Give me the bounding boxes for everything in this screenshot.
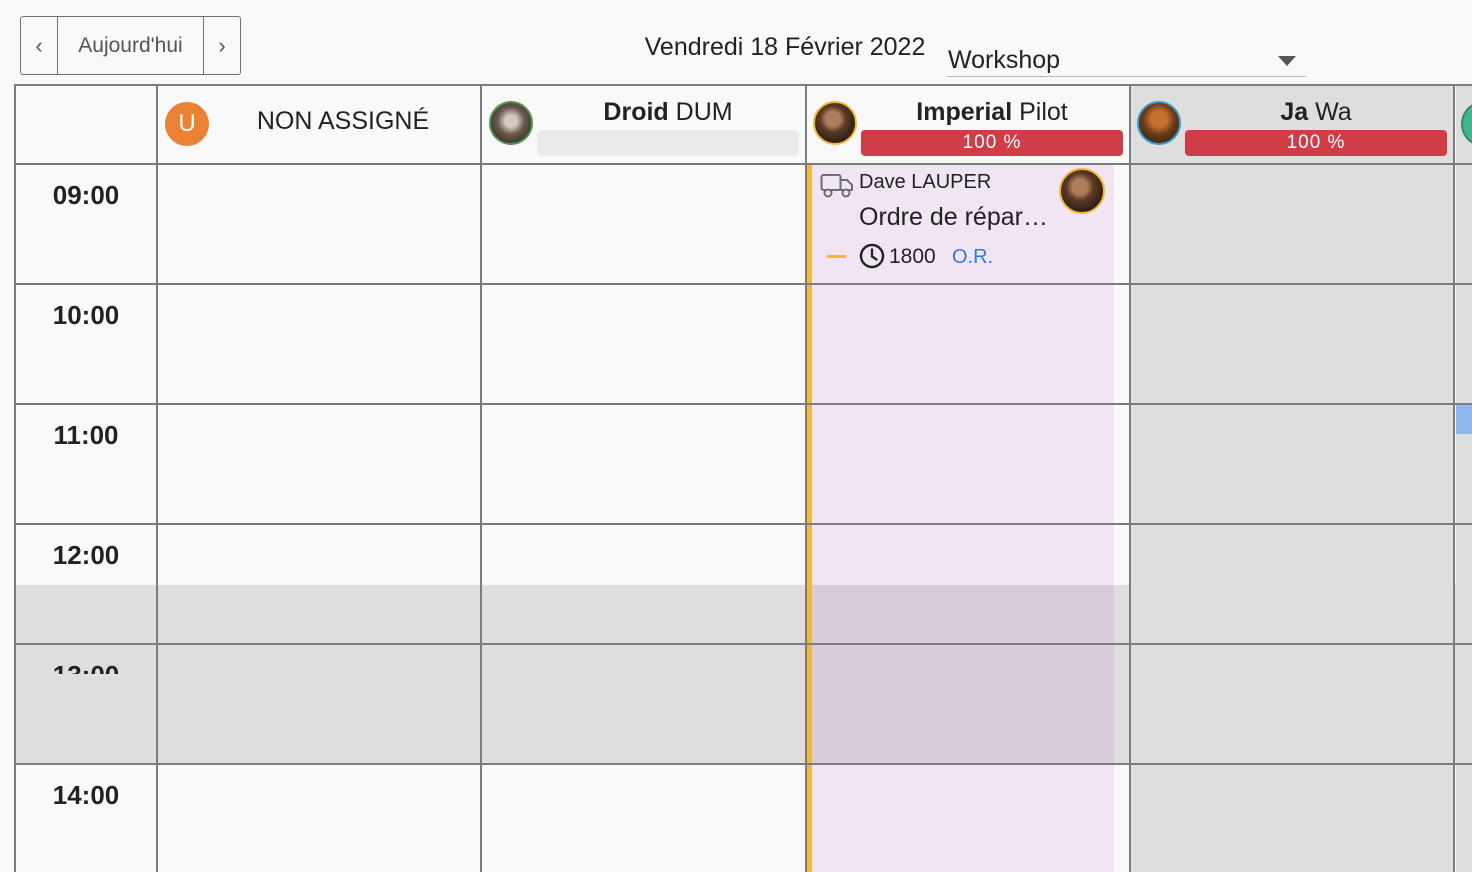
grid-vline bbox=[1453, 84, 1455, 872]
last-name: Pilot bbox=[1012, 98, 1068, 126]
date-navigation: ‹ Aujourd'hui › bbox=[20, 16, 241, 75]
column-header-droid-dum[interactable]: Droid DUM bbox=[537, 98, 799, 127]
column-name: NON ASSIGNÉ bbox=[256, 107, 430, 135]
first-name: Droid bbox=[603, 98, 669, 126]
column-header-imperial-pilot[interactable]: Imperial Pilot bbox=[861, 98, 1123, 127]
event-assignee-avatar bbox=[1059, 168, 1105, 214]
column-header-ja-wa[interactable]: Ja Wa bbox=[1185, 98, 1447, 127]
priority-dash-icon bbox=[827, 255, 846, 258]
time-label: 11:00 bbox=[53, 420, 119, 450]
chevron-left-icon: ‹ bbox=[35, 32, 43, 58]
current-date-title: Vendredi 18 Février 2022 bbox=[644, 33, 926, 61]
avatar-letter: U bbox=[178, 110, 196, 137]
prev-day-button[interactable]: ‹ bbox=[21, 17, 58, 74]
first-name: Imperial bbox=[916, 98, 1013, 126]
caret-down-icon bbox=[1278, 56, 1296, 66]
time-label: 14:00 bbox=[52, 780, 120, 810]
calendar-grid bbox=[14, 84, 1472, 872]
workshop-select[interactable]: Workshop bbox=[947, 44, 1306, 77]
grid-hline bbox=[14, 643, 1472, 645]
event-or-link[interactable]: O.R. bbox=[952, 246, 993, 269]
grid-hline bbox=[14, 283, 1472, 285]
last-name: DUM bbox=[668, 98, 733, 126]
event-title[interactable]: Ordre de répar… bbox=[859, 203, 1048, 232]
capacity-bar-empty bbox=[537, 130, 799, 156]
grid-hline bbox=[14, 163, 1472, 165]
first-name: Ja bbox=[1280, 98, 1309, 126]
event-hours: 1800 bbox=[889, 245, 936, 268]
clock-icon bbox=[859, 243, 885, 274]
workshop-select-value: Workshop bbox=[948, 46, 1061, 74]
event-client-name: Dave LAUPER bbox=[859, 171, 992, 193]
capacity-bar: 100 % bbox=[1185, 130, 1447, 156]
avatar-imperial-pilot bbox=[813, 101, 857, 145]
time-label: 10:00 bbox=[52, 300, 120, 330]
column-header-unassigned[interactable]: NON ASSIGNÉ bbox=[214, 107, 472, 136]
grid-vline bbox=[805, 84, 807, 872]
time-label: 12:00 bbox=[52, 540, 120, 570]
grid-hline bbox=[14, 403, 1472, 405]
grid-vline bbox=[156, 84, 158, 872]
avatar-ja-wa bbox=[1137, 101, 1181, 145]
today-button[interactable]: Aujourd'hui bbox=[58, 17, 204, 74]
grid-vline bbox=[480, 84, 482, 872]
truck-icon bbox=[820, 173, 854, 204]
time-label: 09:00 bbox=[52, 180, 120, 210]
avatar-droid-dum bbox=[489, 101, 533, 145]
next-day-button[interactable]: › bbox=[204, 17, 240, 74]
time-label: 13:00 bbox=[16, 660, 156, 674]
capacity-bar: 100 % bbox=[861, 130, 1123, 156]
chevron-right-icon: › bbox=[218, 32, 226, 58]
grid-vline bbox=[1129, 84, 1131, 872]
last-name: Wa bbox=[1308, 98, 1352, 126]
grid-hline bbox=[14, 523, 1472, 525]
grid-hline bbox=[14, 763, 1472, 765]
avatar-unassigned: U bbox=[165, 102, 209, 146]
